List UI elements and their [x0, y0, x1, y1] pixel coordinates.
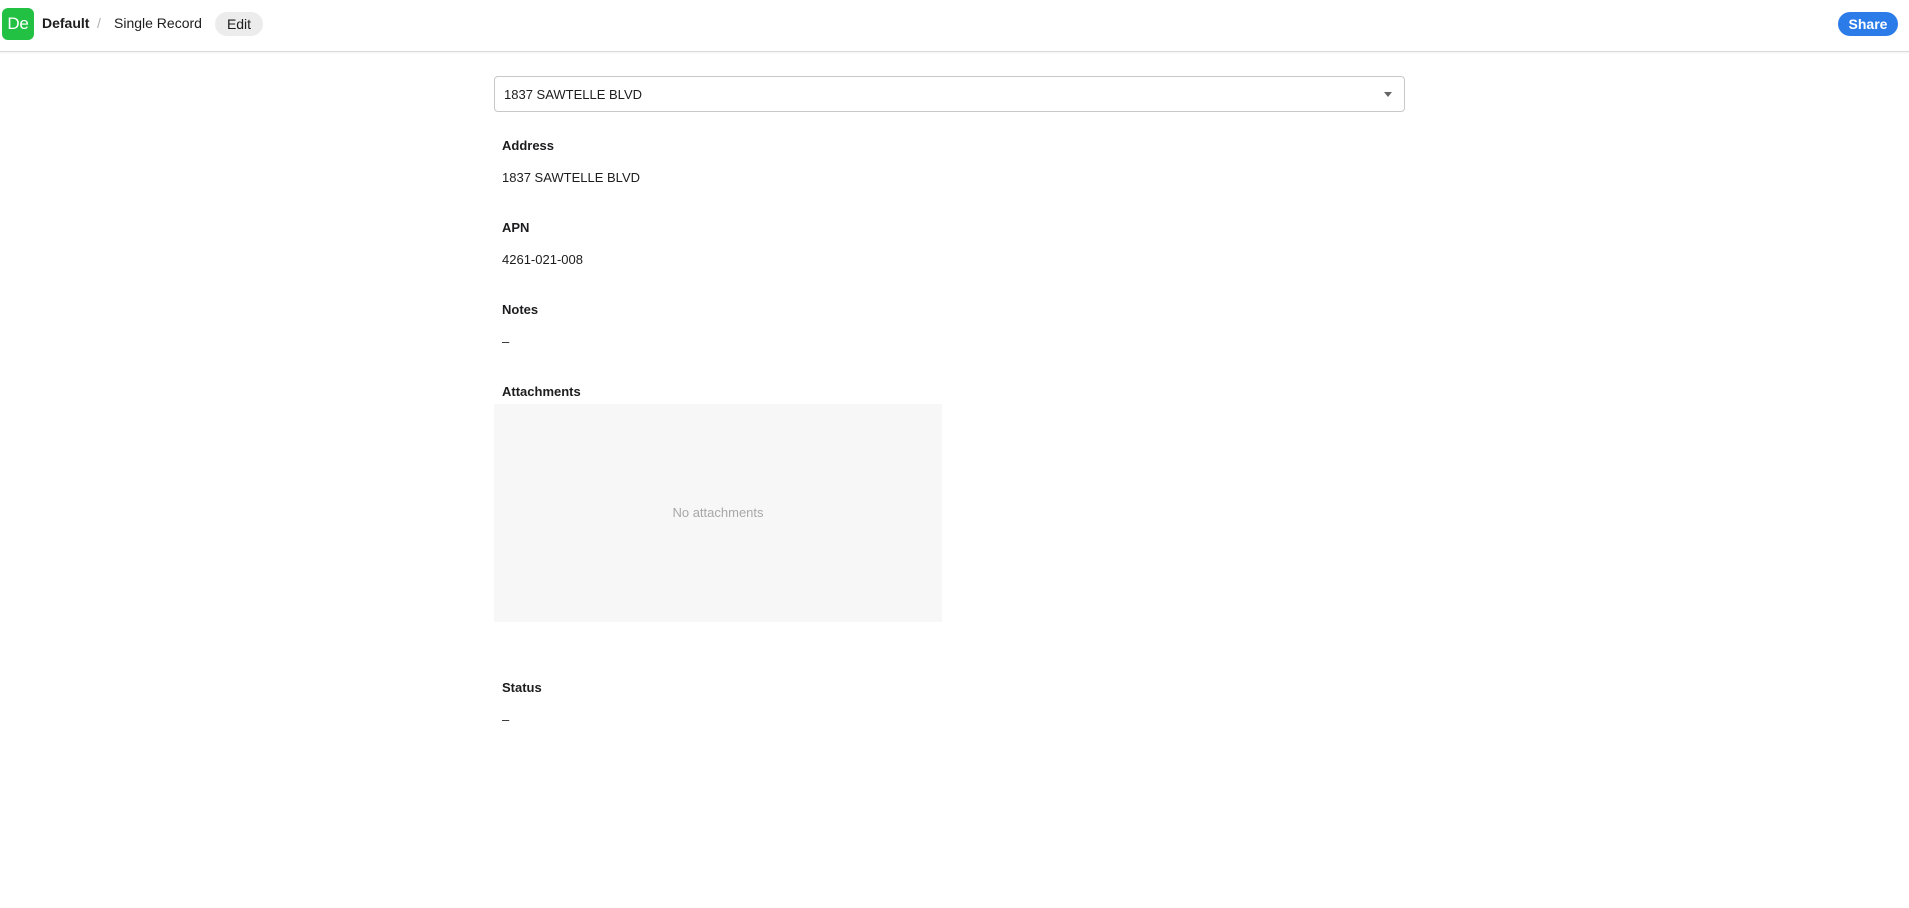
breadcrumb-separator: / — [97, 15, 101, 31]
attachments-empty-text: No attachments — [672, 505, 764, 520]
share-button[interactable]: Share — [1838, 12, 1898, 36]
address-label: Address — [502, 138, 555, 153]
attachments-label: Attachments — [502, 384, 581, 399]
edit-button[interactable]: Edit — [215, 12, 263, 36]
record-selector[interactable]: 1837 SAWTELLE BLVD — [494, 76, 1405, 112]
notes-label: Notes — [502, 302, 539, 317]
top-bar: De Default / Single Record Edit Share — [0, 0, 1909, 52]
address-value: 1837 SAWTELLE BLVD — [502, 170, 641, 185]
status-label: Status — [502, 680, 542, 695]
chevron-down-icon[interactable] — [1384, 92, 1392, 97]
breadcrumb-workspace[interactable]: Default — [42, 15, 89, 31]
breadcrumb-page[interactable]: Single Record — [114, 15, 202, 31]
status-value: – — [502, 712, 510, 727]
record-selector-value: 1837 SAWTELLE BLVD — [504, 87, 643, 102]
attachments-dropzone[interactable]: No attachments — [494, 404, 942, 622]
workspace-logo[interactable]: De — [2, 8, 34, 40]
apn-label: APN — [502, 220, 530, 235]
apn-value: 4261-021-008 — [502, 252, 583, 267]
notes-value: – — [502, 334, 510, 349]
